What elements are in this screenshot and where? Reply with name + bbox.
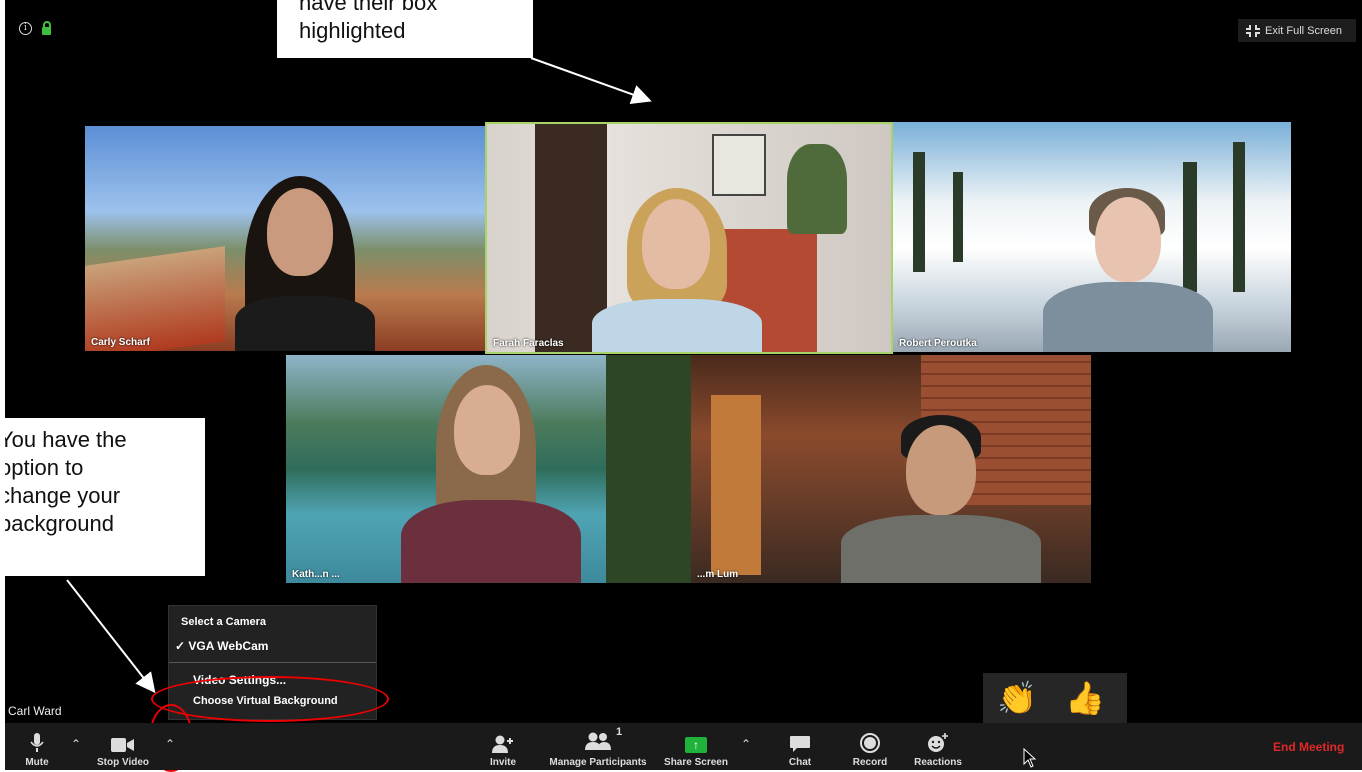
mute-label: Mute	[25, 757, 49, 768]
participants-icon	[585, 732, 611, 750]
chat-label: Chat	[788, 757, 812, 768]
microphone-icon	[30, 733, 44, 752]
share-options-caret[interactable]: ⌃	[741, 737, 751, 751]
camera-option-vga-webcam[interactable]: ✓ VGA WebCam	[175, 639, 268, 653]
share-screen-label: Share Screen	[664, 757, 728, 768]
manage-participants-label: Manage Participants	[549, 757, 647, 768]
arrow-to-active-speaker	[530, 57, 652, 105]
checkmark-icon: ✓	[175, 639, 186, 653]
clap-reaction-button[interactable]: 👏	[997, 679, 1037, 717]
self-view-name: Carl Ward	[5, 703, 65, 719]
stop-video-button[interactable]: Stop Video	[90, 723, 156, 770]
end-meeting-button[interactable]: End Meeting	[1273, 740, 1344, 754]
thumbs-up-reaction-button[interactable]: 👍	[1065, 679, 1105, 717]
share-screen-button[interactable]: ↑ Share Screen	[660, 723, 732, 770]
arrow-to-exit-full-screen	[1246, 0, 1277, 19]
reactions-label: Reactions	[914, 757, 962, 768]
record-icon	[860, 733, 880, 753]
add-reaction-icon	[928, 733, 948, 752]
video-options-caret[interactable]: ⌃	[165, 737, 175, 751]
participant-count: 1	[616, 726, 623, 738]
invite-button[interactable]: Invite	[483, 723, 523, 770]
video-camera-icon	[111, 738, 134, 752]
invite-label: Invite	[489, 757, 517, 768]
mouse-cursor-icon	[1023, 748, 1037, 768]
record-button[interactable]: Record	[849, 723, 891, 770]
camera-option-label: VGA WebCam	[188, 639, 269, 653]
stop-video-label: Stop Video	[96, 757, 150, 768]
chat-button[interactable]: Chat	[782, 723, 818, 770]
reactions-popup: 👏 👍	[983, 673, 1127, 724]
manage-participants-button[interactable]: 1 Manage Participants	[539, 723, 657, 770]
chat-bubble-icon	[790, 736, 810, 752]
record-label: Record	[852, 757, 888, 768]
reactions-button[interactable]: Reactions	[910, 723, 966, 770]
mute-button[interactable]: Mute	[17, 723, 57, 770]
share-screen-icon: ↑	[685, 737, 707, 753]
meeting-toolbar: Mute ⌃ Stop Video ⌃ Invite 1 Manage Part…	[5, 723, 1362, 770]
audio-options-caret[interactable]: ⌃	[71, 737, 81, 751]
arrow-to-virtual-background	[66, 579, 156, 694]
add-person-icon	[492, 735, 513, 753]
menu-divider	[169, 662, 376, 663]
camera-menu-header: Select a Camera	[181, 616, 266, 628]
